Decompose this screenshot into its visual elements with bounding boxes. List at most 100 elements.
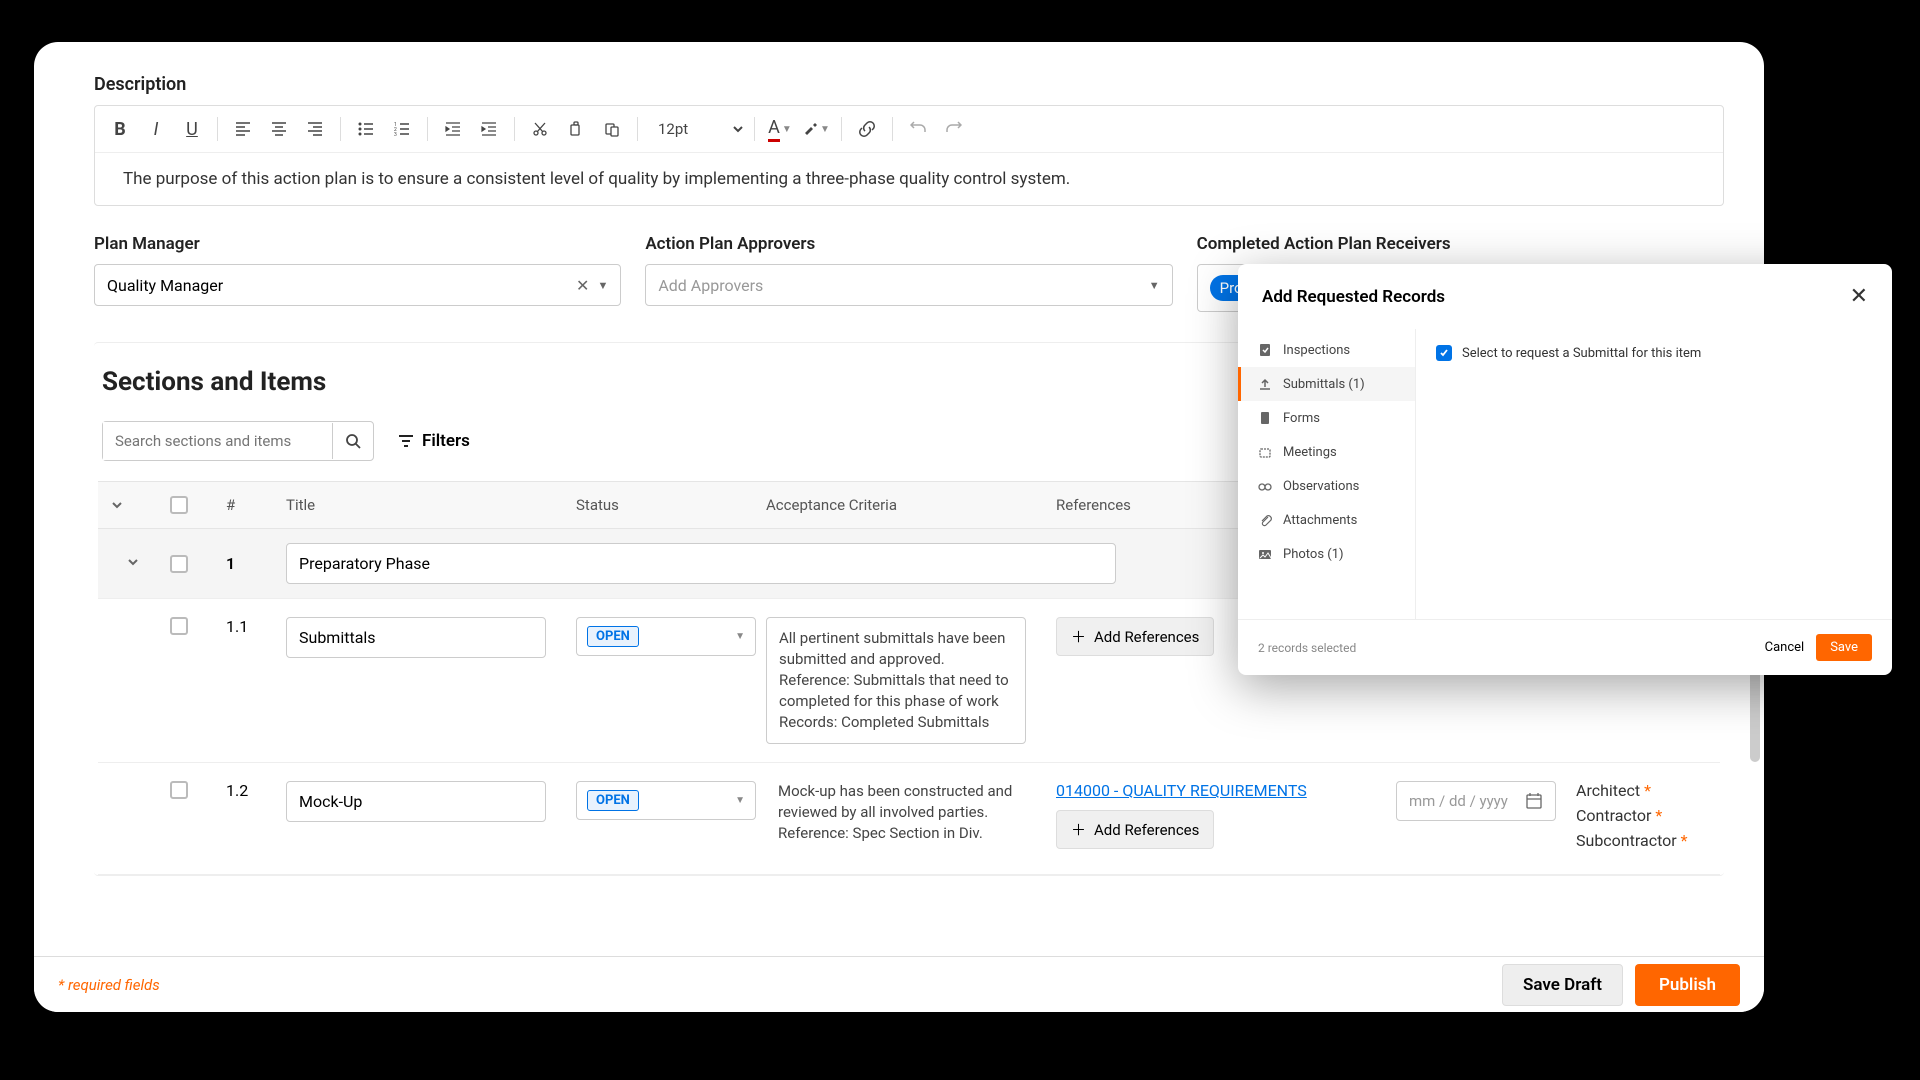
header-num: #: [214, 482, 274, 528]
approvers-placeholder: Add Approvers: [658, 276, 763, 295]
search-button[interactable]: [332, 423, 373, 459]
section-expand: [98, 554, 158, 573]
text-color-button[interactable]: A▼: [763, 112, 797, 146]
item-status-cell: OPEN ▼: [564, 781, 754, 820]
document-icon: [1257, 410, 1273, 426]
checkbox[interactable]: [170, 617, 188, 635]
publish-button[interactable]: Publish: [1635, 964, 1740, 1006]
copy-button[interactable]: [559, 112, 593, 146]
link-button[interactable]: [850, 112, 884, 146]
sidebar-item-observations[interactable]: Observations: [1238, 469, 1415, 503]
editor-content[interactable]: The purpose of this action plan is to en…: [95, 153, 1723, 205]
chevron-down-icon[interactable]: [126, 555, 140, 569]
checkbox-label: Select to request a Submittal for this i…: [1462, 346, 1701, 361]
item-row: 1.2 OPEN ▼ Mock-up has been constructed …: [98, 763, 1720, 875]
dialog-sidebar: Inspections Submittals (1) Forms Meeting…: [1238, 329, 1416, 619]
assignee: Contractor *: [1576, 806, 1708, 825]
checkbox[interactable]: [170, 781, 188, 799]
align-right-button[interactable]: [298, 112, 332, 146]
sidebar-item-forms[interactable]: Forms: [1238, 401, 1415, 435]
add-ref-label: Add References: [1094, 628, 1199, 646]
add-references-button[interactable]: ＋ Add References: [1056, 617, 1214, 656]
numbered-list-button[interactable]: 123: [385, 112, 419, 146]
align-center-button[interactable]: [262, 112, 296, 146]
bold-button[interactable]: B: [103, 112, 137, 146]
status-select[interactable]: OPEN ▼: [576, 781, 756, 820]
align-left-button[interactable]: [226, 112, 260, 146]
chevron-down-icon[interactable]: [110, 498, 124, 512]
clipboard-check-icon: [1257, 342, 1273, 358]
underline-button[interactable]: U: [175, 112, 209, 146]
item-title-input[interactable]: [286, 781, 546, 822]
assignee: Subcontractor *: [1576, 831, 1708, 850]
records-selected-text: 2 records selected: [1258, 641, 1356, 655]
required-fields-note: * required fields: [58, 976, 160, 994]
sidebar-item-submittals[interactable]: Submittals (1): [1238, 367, 1415, 401]
item-num: 1.1: [214, 617, 274, 636]
toolbar-separator: [892, 117, 893, 141]
paste-button[interactable]: [595, 112, 629, 146]
sidebar-item-label: Submittals (1): [1283, 377, 1365, 392]
paperclip-icon: [1257, 512, 1273, 528]
criteria-textarea[interactable]: All pertinent submittals have been submi…: [766, 617, 1026, 744]
save-draft-button[interactable]: Save Draft: [1502, 964, 1623, 1006]
section-check: [158, 555, 214, 573]
undo-button[interactable]: [901, 112, 935, 146]
item-num: 1.2: [214, 781, 274, 800]
chevron-down-icon: ▼: [735, 631, 745, 642]
sidebar-item-label: Attachments: [1283, 513, 1357, 528]
redo-button[interactable]: [937, 112, 971, 146]
toolbar-separator: [427, 117, 428, 141]
header-expand: [98, 482, 158, 528]
plan-manager-select[interactable]: Quality Manager ✕ ▼: [94, 264, 621, 306]
sidebar-item-inspections[interactable]: Inspections: [1238, 333, 1415, 367]
status-select[interactable]: OPEN ▼: [576, 617, 756, 656]
item-check: [158, 617, 214, 635]
checkbox-checked[interactable]: [1436, 345, 1452, 361]
sidebar-item-meetings[interactable]: Meetings: [1238, 435, 1415, 469]
cut-button[interactable]: [523, 112, 557, 146]
sidebar-item-label: Forms: [1283, 411, 1320, 426]
approvers-select[interactable]: Add Approvers ▼: [645, 264, 1172, 306]
italic-button[interactable]: I: [139, 112, 173, 146]
dialog-close-button[interactable]: ✕: [1850, 284, 1868, 309]
cancel-button[interactable]: Cancel: [1765, 640, 1805, 655]
criteria-textarea[interactable]: Mock-up has been constructed and reviewe…: [766, 781, 1026, 854]
add-ref-label: Add References: [1094, 821, 1199, 839]
assignee: Architect *: [1576, 781, 1708, 800]
indent-button[interactable]: [472, 112, 506, 146]
dialog-footer: 2 records selected Cancel Save: [1238, 619, 1892, 675]
header-title: Title: [274, 482, 564, 528]
item-title-cell: [274, 781, 564, 822]
sidebar-item-label: Meetings: [1283, 445, 1337, 460]
checkbox[interactable]: [170, 555, 188, 573]
item-criteria-cell: All pertinent submittals have been submi…: [754, 617, 1044, 744]
item-title-input[interactable]: [286, 617, 546, 658]
plan-manager-field: Plan Manager Quality Manager ✕ ▼: [94, 234, 621, 312]
item-status-cell: OPEN ▼: [564, 617, 754, 656]
checkbox-all[interactable]: [170, 496, 188, 514]
filters-button[interactable]: Filters: [398, 431, 470, 451]
date-input[interactable]: mm / dd / yyyy: [1396, 781, 1556, 821]
toolbar-separator: [754, 117, 755, 141]
footer-actions: Save Draft Publish: [1502, 964, 1740, 1006]
status-badge: OPEN: [587, 790, 639, 811]
reference-link[interactable]: 014000 - QUALITY REQUIREMENTS: [1056, 781, 1372, 800]
bullet-list-button[interactable]: [349, 112, 383, 146]
font-size-select[interactable]: 12pt: [646, 115, 746, 143]
header-status: Status: [564, 482, 754, 528]
toolbar-separator: [514, 117, 515, 141]
outdent-button[interactable]: [436, 112, 470, 146]
save-button[interactable]: Save: [1816, 634, 1872, 661]
highlight-color-button[interactable]: ▼: [799, 112, 833, 146]
section-title-input[interactable]: [286, 543, 1116, 584]
dialog-main: Select to request a Submittal for this i…: [1416, 329, 1892, 619]
add-references-button[interactable]: ＋ Add References: [1056, 810, 1214, 849]
editor-toolbar: B I U 123 12pt A▼: [95, 106, 1723, 153]
sidebar-item-label: Photos (1): [1283, 547, 1344, 562]
clear-icon[interactable]: ✕: [576, 276, 589, 295]
sidebar-item-label: Observations: [1283, 479, 1359, 494]
sidebar-item-attachments[interactable]: Attachments: [1238, 503, 1415, 537]
search-input[interactable]: [103, 422, 332, 460]
sidebar-item-photos[interactable]: Photos (1): [1238, 537, 1415, 571]
